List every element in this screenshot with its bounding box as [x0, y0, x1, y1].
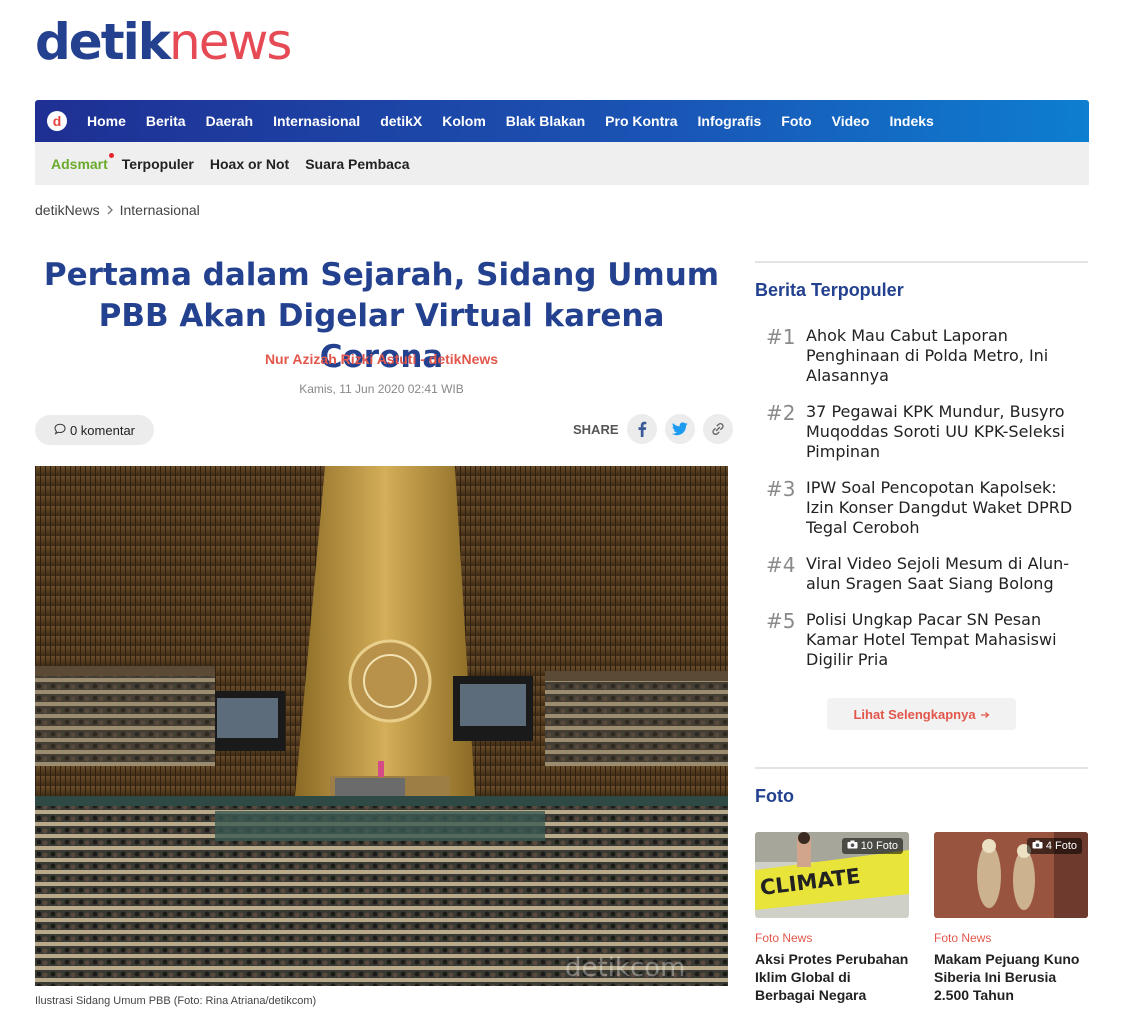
breadcrumb-section[interactable]: Internasional	[120, 202, 200, 218]
foto-heading: Foto	[755, 786, 794, 806]
popular-title[interactable]: Polisi Ungkap Pacar SN Pesan Kamar Hotel…	[806, 610, 1086, 670]
new-dot-icon	[108, 152, 114, 158]
camera-icon	[847, 840, 858, 852]
share-label: SHARE	[573, 421, 619, 437]
list-item[interactable]: #1 Ahok Mau Cabut Laporan Penghinaan di …	[755, 326, 1088, 386]
popular-title[interactable]: Viral Video Sejoli Mesum di Alun-alun Sr…	[806, 554, 1086, 594]
list-item[interactable]: #5 Polisi Ungkap Pacar SN Pesan Kamar Ho…	[755, 610, 1088, 670]
nav-detikx[interactable]: detikX	[380, 113, 422, 129]
sub-nav: Adsmart Terpopuler Hoax or Not Suara Pem…	[35, 142, 1089, 185]
twitter-icon[interactable]	[664, 414, 695, 444]
detik-d-icon[interactable]: d	[47, 111, 67, 131]
comment-icon	[54, 423, 66, 438]
sidebar-divider	[755, 261, 1088, 263]
nav-berita[interactable]: Berita	[146, 113, 186, 129]
foto-title[interactable]: Aksi Protes Perubahan Iklim Global di Be…	[755, 950, 909, 1004]
chevron-right-icon	[106, 203, 114, 218]
rank-number: #2	[766, 401, 796, 425]
list-item[interactable]: #4 Viral Video Sejoli Mesum di Alun-alun…	[755, 554, 1088, 594]
foto-card[interactable]: 4 Foto Foto News Makam Pejuang Kuno Sibe…	[934, 832, 1088, 1004]
photo-count: 10 Foto	[860, 840, 898, 852]
nav-kolom[interactable]: Kolom	[442, 113, 486, 129]
sidebar-divider	[755, 767, 1088, 769]
rank-number: #5	[766, 609, 796, 633]
nav-daerah[interactable]: Daerah	[206, 113, 253, 129]
rank-number: #3	[766, 477, 796, 501]
rank-number: #1	[766, 325, 796, 349]
nav-pro-kontra[interactable]: Pro Kontra	[605, 113, 677, 129]
detiknews-logo[interactable]: detiknews	[35, 12, 292, 72]
subnav-adsmart-label: Adsmart	[51, 155, 108, 172]
foto-category[interactable]: Foto News	[934, 931, 1088, 945]
nav-infografis[interactable]: Infografis	[698, 113, 762, 129]
popular-title[interactable]: Ahok Mau Cabut Laporan Penghinaan di Pol…	[806, 326, 1086, 386]
un-assembly-hall-illustration: detikcom	[35, 466, 728, 986]
article-date: Kamis, 11 Jun 2020 02:41 WIB	[299, 382, 464, 396]
nav-indeks[interactable]: Indeks	[889, 113, 933, 129]
subnav-terpopuler[interactable]: Terpopuler	[122, 156, 194, 172]
nav-foto[interactable]: Foto	[781, 113, 811, 129]
subnav-suara-pembaca[interactable]: Suara Pembaca	[305, 156, 409, 172]
subnav-hoax-or-not[interactable]: Hoax or Not	[210, 156, 289, 172]
nav-blak-blakan[interactable]: Blak Blakan	[506, 113, 585, 129]
arrow-right-icon	[980, 707, 990, 722]
share-bar: SHARE	[573, 414, 733, 444]
list-item[interactable]: #3 IPW Soal Pencopotan Kapolsek: Izin Ko…	[755, 478, 1088, 538]
breadcrumb: detikNews Internasional	[35, 202, 200, 218]
popular-list: #1 Ahok Mau Cabut Laporan Penghinaan di …	[755, 326, 1088, 686]
foto-category[interactable]: Foto News	[755, 931, 909, 945]
subnav-adsmart[interactable]: Adsmart	[51, 152, 114, 172]
photo-caption: Ilustrasi Sidang Umum PBB (Foto: Rina At…	[35, 995, 317, 1007]
camera-icon	[1032, 840, 1043, 852]
see-more-label: Lihat Selengkapnya	[853, 706, 976, 722]
nav-video[interactable]: Video	[832, 113, 870, 129]
popular-title[interactable]: IPW Soal Pencopotan Kapolsek: Izin Konse…	[806, 478, 1086, 538]
photo-count-badge: 10 Foto	[841, 838, 903, 854]
comment-button[interactable]: 0 komentar	[35, 415, 154, 445]
facebook-icon[interactable]	[626, 414, 657, 444]
photo-count: 4 Foto	[1045, 840, 1077, 852]
main-nav: d Home Berita Daerah Internasional detik…	[35, 100, 1089, 142]
rank-number: #4	[766, 553, 796, 577]
popular-title[interactable]: 37 Pegawai KPK Mundur, Busyro Muqoddas S…	[806, 402, 1086, 462]
copy-link-icon[interactable]	[702, 414, 733, 444]
logo-part-news: news	[169, 13, 292, 71]
nav-internasional[interactable]: Internasional	[273, 113, 360, 129]
article-author[interactable]: Nur Azizah Rizki Astuti - detikNews	[35, 351, 728, 367]
article-photo[interactable]: detikcom	[35, 466, 728, 986]
popular-heading: Berita Terpopuler	[755, 280, 904, 300]
breadcrumb-home[interactable]: detikNews	[35, 202, 100, 218]
foto-card[interactable]: CLIMATE 10 Foto Foto News Aksi Protes Pe…	[755, 832, 909, 1004]
foto-title[interactable]: Makam Pejuang Kuno Siberia Ini Berusia 2…	[934, 950, 1088, 1004]
foto-thumbnail[interactable]: CLIMATE 10 Foto	[755, 832, 909, 918]
photo-count-badge: 4 Foto	[1026, 838, 1082, 854]
photo-watermark: detikcom	[565, 953, 686, 983]
comment-count: 0 komentar	[69, 422, 136, 438]
see-more-button[interactable]: Lihat Selengkapnya	[827, 698, 1016, 730]
foto-thumbnail[interactable]: 4 Foto	[934, 832, 1088, 918]
nav-home[interactable]: Home	[87, 113, 126, 129]
logo-part-detik: detik	[35, 13, 171, 71]
list-item[interactable]: #2 37 Pegawai KPK Mundur, Busyro Muqodda…	[755, 402, 1088, 462]
